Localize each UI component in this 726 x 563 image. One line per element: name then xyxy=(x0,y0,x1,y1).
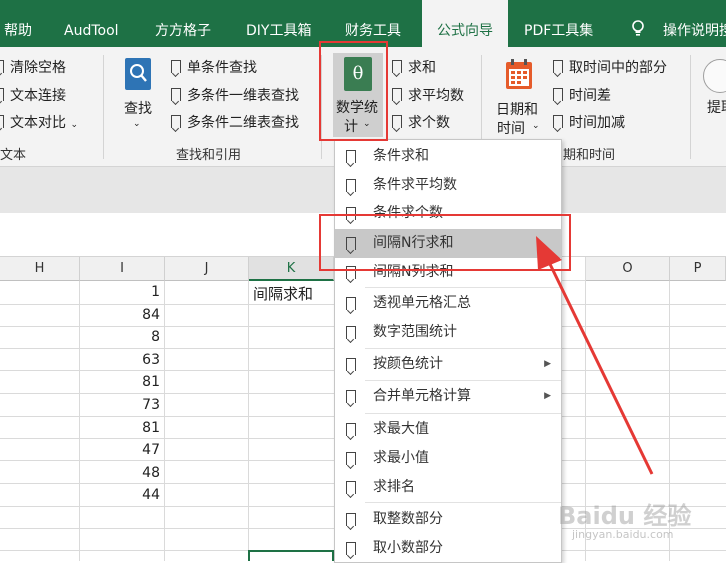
cell-i6[interactable]: 73 xyxy=(90,397,160,413)
column-header-p[interactable]: P xyxy=(670,257,726,281)
multi-condition-2d-lookup-button[interactable]: 多条件二维表查找 xyxy=(171,112,299,132)
group-separator xyxy=(103,55,104,159)
grid-line xyxy=(248,257,249,561)
column-header-i[interactable]: I xyxy=(80,257,165,281)
tab-formula-wizard[interactable]: 公式向导 xyxy=(422,0,508,47)
date-time-button-line2[interactable]: 时间 xyxy=(497,118,525,138)
lookup-button[interactable]: 查找 xyxy=(124,98,152,118)
column-header-h[interactable]: H xyxy=(0,257,80,281)
extract-button[interactable]: 提取 xyxy=(707,97,726,117)
menu-separator xyxy=(365,502,561,503)
bookmark-icon xyxy=(346,452,356,465)
bookmark-icon xyxy=(346,358,356,371)
cell-i3[interactable]: 8 xyxy=(90,329,160,345)
menu-item-conditional-sum[interactable]: 条件求和 xyxy=(335,142,561,171)
bookmark-icon xyxy=(553,88,563,101)
bookmark-icon xyxy=(392,88,402,101)
tab-finance-tools[interactable]: 财务工具 xyxy=(345,0,401,47)
active-cell-border xyxy=(248,550,334,561)
single-condition-lookup-button[interactable]: 单条件查找 xyxy=(171,57,257,77)
text-join-button[interactable]: 文本连接 xyxy=(0,85,66,105)
count-button[interactable]: 求个数 xyxy=(392,112,450,132)
tab-audtool[interactable]: AudTool xyxy=(64,0,119,47)
menu-item-decimal-part[interactable]: 取小数部分 xyxy=(335,534,561,563)
group-separator xyxy=(690,55,691,159)
bookmark-icon xyxy=(346,297,356,310)
bookmark-icon xyxy=(171,115,181,128)
extract-icon[interactable] xyxy=(703,59,726,93)
cell-i5[interactable]: 81 xyxy=(90,374,160,390)
calendar-icon[interactable] xyxy=(505,58,533,94)
bookmark-icon xyxy=(346,326,356,339)
ribbon-tab-bar: 帮助 AudTool 方方格子 DIY工具箱 财务工具 公式向导 PDF工具集 … xyxy=(0,0,726,47)
group-label-date-time: 期和时间 xyxy=(563,148,616,163)
average-button[interactable]: 求平均数 xyxy=(392,85,464,105)
bookmark-icon xyxy=(346,423,356,436)
cell-i8[interactable]: 47 xyxy=(90,442,160,458)
column-header-j[interactable]: J xyxy=(165,257,249,281)
bookmark-icon xyxy=(346,481,356,494)
tab-help[interactable]: 帮助 xyxy=(4,0,32,47)
multi-condition-1d-lookup-button[interactable]: 多条件一维表查找 xyxy=(171,85,299,105)
menu-item-conditional-average[interactable]: 条件求平均数 xyxy=(335,171,561,200)
cell-i4[interactable]: 63 xyxy=(90,352,160,368)
baidu-watermark-url: jingyan.baidu.com xyxy=(572,528,674,541)
bookmark-icon xyxy=(346,513,356,526)
bookmark-icon xyxy=(553,115,563,128)
bookmark-icon xyxy=(0,60,4,73)
cell-k1[interactable]: 间隔求和 xyxy=(253,283,313,304)
cell-i2[interactable]: 84 xyxy=(90,307,160,323)
tab-fangfang[interactable]: 方方格子 xyxy=(155,0,211,47)
bookmark-icon xyxy=(346,179,356,192)
tab-diy-toolbox[interactable]: DIY工具箱 xyxy=(246,0,311,47)
clear-spaces-button[interactable]: 清除空格 xyxy=(0,57,66,77)
chevron-down-icon: ⌄ xyxy=(133,119,141,129)
lightbulb-icon xyxy=(631,20,645,42)
grid-line xyxy=(164,257,165,561)
bookmark-icon xyxy=(0,88,4,101)
bookmark-icon xyxy=(0,115,4,128)
bookmark-icon xyxy=(346,542,356,555)
date-time-button-line1[interactable]: 日期和 xyxy=(496,99,538,119)
menu-item-integer-part[interactable]: 取整数部分 xyxy=(335,505,561,534)
annotation-box-math-button xyxy=(319,41,388,141)
time-part-button[interactable]: 取时间中的部分 xyxy=(553,57,667,77)
grid-line xyxy=(79,257,80,561)
bookmark-icon xyxy=(171,88,181,101)
cell-i9[interactable]: 48 xyxy=(90,465,160,481)
annotation-arrow-icon xyxy=(536,236,654,475)
bookmark-icon xyxy=(392,115,402,128)
chevron-down-icon: ⌄ xyxy=(70,120,78,130)
cell-i1[interactable]: 1 xyxy=(90,284,160,300)
chevron-down-icon: ⌄ xyxy=(532,121,540,131)
baidu-watermark: Baidu 经验 xyxy=(558,502,692,530)
bookmark-icon xyxy=(392,60,402,73)
search-doc-icon[interactable] xyxy=(124,57,152,95)
bookmark-icon xyxy=(553,60,563,73)
cell-i7[interactable]: 81 xyxy=(90,420,160,436)
time-diff-button[interactable]: 时间差 xyxy=(553,85,611,105)
text-compare-button[interactable]: 文本对比 ⌄ xyxy=(0,112,78,132)
tab-pdf-tools[interactable]: PDF工具集 xyxy=(524,0,593,47)
time-add-button[interactable]: 时间加减 xyxy=(553,112,625,132)
bookmark-icon xyxy=(346,390,356,403)
group-label-lookup: 查找和引用 xyxy=(176,148,242,163)
group-label-text: 文本 xyxy=(0,148,27,163)
sum-button[interactable]: 求和 xyxy=(392,57,436,77)
cell-i10[interactable]: 44 xyxy=(90,487,160,503)
bookmark-icon xyxy=(346,150,356,163)
bookmark-icon xyxy=(171,60,181,73)
tab-tell-me-search[interactable]: 操作说明搜 xyxy=(663,0,726,47)
